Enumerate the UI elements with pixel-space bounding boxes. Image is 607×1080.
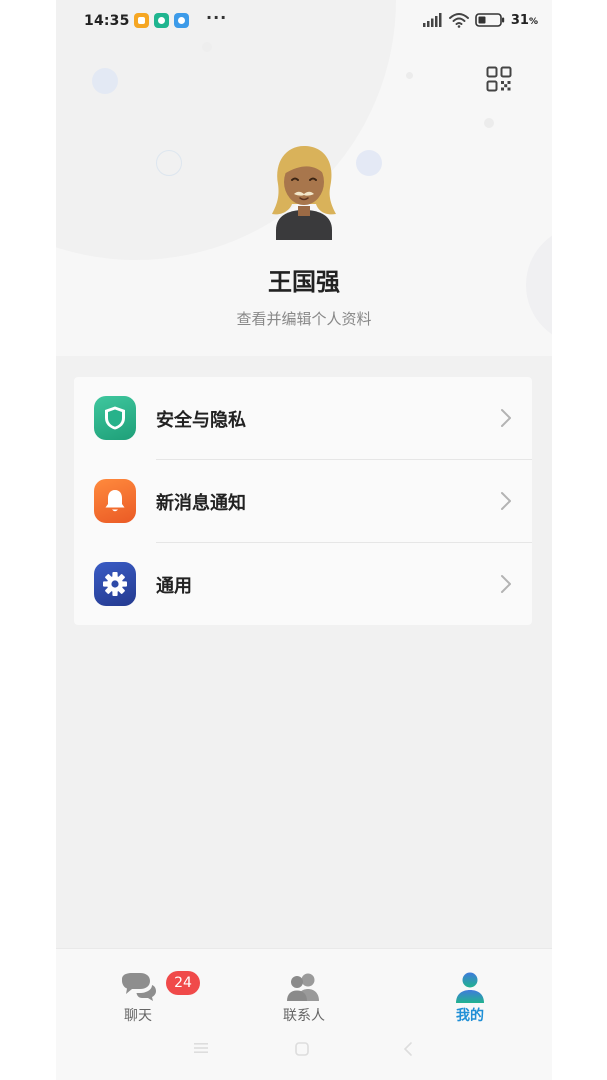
chevron-right-icon bbox=[501, 409, 511, 427]
edit-profile-link[interactable]: 查看并编辑个人资料 bbox=[56, 308, 552, 329]
tab-label: 我的 bbox=[456, 1008, 484, 1024]
back-nav-icon[interactable] bbox=[402, 1041, 414, 1057]
tab-me[interactable]: 我的 bbox=[410, 959, 530, 1024]
background-bubble bbox=[356, 150, 382, 176]
notes-app-icon bbox=[134, 13, 149, 28]
phone-screen: 王国强 查看并编辑个人资料 14:35 ··· 31% 安全与隐私 新消息通知 … bbox=[56, 0, 552, 1080]
background-bubble bbox=[92, 68, 118, 94]
profile-header: 王国强 查看并编辑个人资料 bbox=[56, 0, 552, 356]
system-navigation-bar bbox=[56, 1041, 552, 1061]
menu-item-label: 新消息通知 bbox=[156, 493, 246, 514]
messenger-app-icon bbox=[154, 13, 169, 28]
menu-item-security-privacy[interactable]: 安全与隐私 bbox=[74, 377, 532, 459]
battery-icon bbox=[475, 13, 505, 27]
me-icon bbox=[456, 972, 484, 1003]
settings-menu: 安全与隐私 新消息通知 通用 bbox=[74, 377, 532, 625]
menu-nav-icon[interactable] bbox=[192, 1041, 210, 1055]
background-bubble bbox=[406, 72, 413, 79]
notification-icons bbox=[134, 13, 189, 28]
avatar[interactable] bbox=[264, 140, 344, 240]
bottom-navigation: 24 聊天 联系人 我的 bbox=[56, 948, 552, 1080]
tab-contacts[interactable]: 联系人 bbox=[244, 959, 364, 1024]
tab-label: 联系人 bbox=[283, 1008, 325, 1024]
battery-level: 31% bbox=[510, 12, 538, 28]
wifi-icon bbox=[448, 13, 469, 28]
background-bubble bbox=[484, 118, 494, 128]
chevron-right-icon bbox=[501, 575, 511, 593]
status-bar: 14:35 ··· 31% bbox=[56, 0, 552, 44]
background-bubble bbox=[156, 150, 182, 176]
unread-badge: 24 bbox=[166, 971, 200, 995]
gear-icon bbox=[94, 562, 136, 606]
menu-item-label: 通用 bbox=[156, 576, 192, 597]
menu-item-general[interactable]: 通用 bbox=[74, 543, 532, 625]
signal-icon bbox=[422, 13, 442, 27]
chat-app-icon bbox=[174, 13, 189, 28]
more-notifications-icon: ··· bbox=[206, 8, 228, 27]
tab-chat[interactable]: 24 聊天 bbox=[78, 959, 200, 1024]
qr-code-icon[interactable] bbox=[486, 66, 512, 92]
chat-icon bbox=[122, 973, 156, 1001]
tab-label: 聊天 bbox=[124, 1008, 152, 1024]
contacts-icon bbox=[287, 973, 319, 1001]
bell-icon bbox=[94, 479, 136, 523]
menu-item-label: 安全与隐私 bbox=[156, 410, 246, 431]
user-name[interactable]: 王国强 bbox=[56, 262, 552, 297]
chevron-right-icon bbox=[501, 492, 511, 510]
menu-item-new-message-notification[interactable]: 新消息通知 bbox=[74, 460, 532, 542]
status-right: 31% bbox=[422, 12, 538, 28]
status-time: 14:35 bbox=[84, 13, 130, 29]
home-nav-icon[interactable] bbox=[294, 1041, 310, 1057]
shield-icon bbox=[94, 396, 136, 440]
